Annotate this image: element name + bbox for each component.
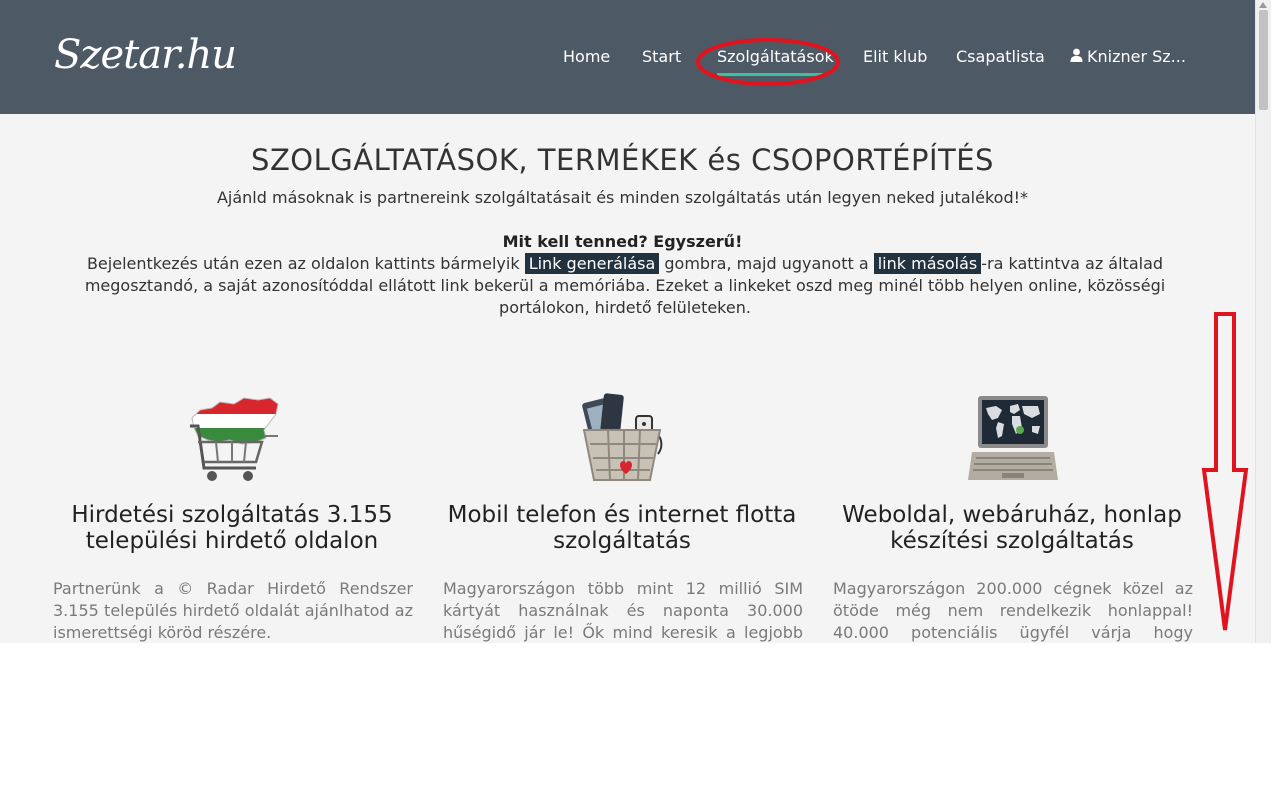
nav-elite-club[interactable]: Elit klub	[863, 46, 927, 68]
red-highlight-ellipse	[696, 38, 840, 86]
laptop-world-map-icon	[968, 396, 1058, 480]
card-title-website: Weboldal, webáruház, honlap készítési sz…	[842, 502, 1182, 554]
howto-heading: Mit kell tenned? Egyszerű!	[502, 232, 743, 251]
link-copy-chip: link másolás	[873, 253, 982, 274]
link-generate-chip: Link generálása	[524, 253, 660, 274]
card-title-mobile: Mobil telefon és internet flotta szolgál…	[447, 502, 797, 554]
user-name-label: Knizner Sz...	[1087, 47, 1186, 66]
nav-start[interactable]: Start	[642, 46, 681, 68]
card-text-mobile: Magyarországon több mint 12 millió SIM k…	[443, 579, 803, 642]
card-text-website: Magyarországon 200.000 cégnek közel az ö…	[833, 579, 1193, 642]
page-scrollbar[interactable]	[1255, 0, 1271, 643]
page-title: SZOLGÁLTATÁSOK, TERMÉKEK és CSOPORTÉPÍTÉ…	[251, 143, 994, 177]
card-title-advertising: Hirdetési szolgáltatás 3.155 települési …	[71, 502, 393, 554]
scroll-up-arrow-icon[interactable]	[1259, 2, 1267, 8]
top-navbar: Szetar.hu Home Start Szolgáltatások Elit…	[0, 0, 1255, 114]
howto-text-part: gombra, majd ugyanott a	[659, 254, 874, 273]
hungary-shopping-cart-icon	[190, 397, 279, 481]
nav-team-list[interactable]: Csapatlista	[956, 46, 1045, 68]
red-scroll-down-arrow	[1201, 312, 1249, 631]
nav-user-menu[interactable]: Knizner Sz...	[1070, 46, 1186, 68]
howto-text: Bejelentkezés után ezen az oldalon katti…	[60, 253, 1190, 319]
site-logo[interactable]: Szetar.hu	[54, 30, 237, 80]
nav-home[interactable]: Home	[563, 46, 610, 68]
browser-viewport: Szetar.hu Home Start Szolgáltatások Elit…	[0, 0, 1255, 643]
user-icon	[1070, 48, 1083, 62]
howto-text-part: Bejelentkezés után ezen az oldalon katti…	[86, 254, 525, 273]
phone-basket-icon	[582, 393, 663, 481]
page-subtitle: Ajánld másoknak is partnereink szolgálta…	[216, 188, 1029, 207]
scrollbar-thumb[interactable]	[1259, 10, 1268, 110]
card-text-advertising: Partnerünk a © Radar Hirdető Rendszer 3.…	[53, 579, 413, 642]
